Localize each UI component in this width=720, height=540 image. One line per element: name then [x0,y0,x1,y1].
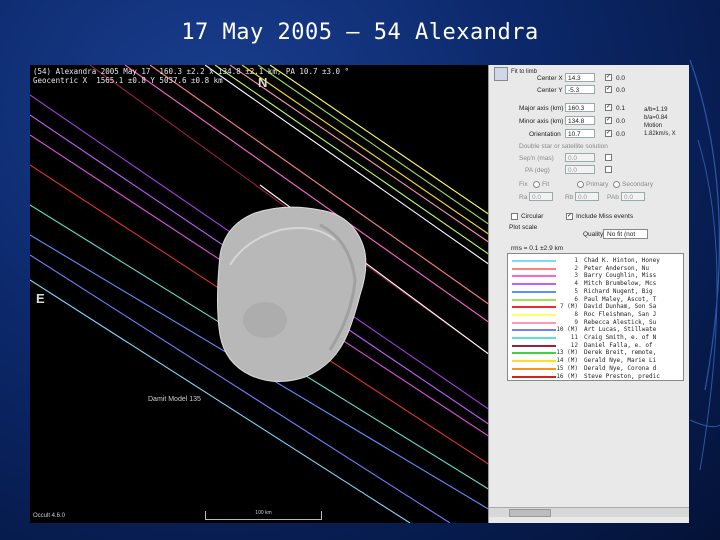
rb-input[interactable]: 0.0 [575,192,599,201]
axis-ratio-ba: b/a=0.84 [644,115,668,121]
ra-input[interactable]: 0.0 [529,192,553,201]
chord-color-swatch [512,337,556,339]
major-axis-input[interactable]: 160.3 [565,103,595,112]
chord-line [269,65,490,216]
center-y-checkbox[interactable]: ✓ [605,86,612,93]
slide-title: 17 May 2005 – 54 Alexandra [181,20,539,45]
chord-color-swatch [512,283,556,286]
scrollbar-thumb[interactable] [509,509,551,517]
sep-checkbox[interactable] [605,154,612,161]
chord-color-swatch [512,321,556,324]
motion-value: 1.82km/s, X [644,131,676,137]
chord-color-swatch [512,329,556,332]
scale-label: 100 km [255,510,272,516]
center-y-step: 0.0 [616,87,626,94]
orientation-label: Orientation [529,131,561,138]
ra-label: Ra [519,194,528,201]
tab-label[interactable]: Fit to limb [511,69,537,75]
fix-label: Fix [519,181,528,188]
east-label: E [36,291,45,306]
orientation-step: 0.0 [616,131,626,138]
chord-lines [30,65,490,523]
chord-color-swatch [512,260,556,262]
model-label: Damit Model 135 [148,396,201,403]
circular-checkbox[interactable] [511,213,518,220]
north-label: N [258,75,268,90]
panel-scrollbar[interactable] [489,507,689,517]
minor-axis-label: Minor axis (km) [519,118,564,125]
double-star-label: Double star or satellite solution [519,143,608,150]
observer-number: 16 (M) [556,372,578,380]
minor-axis-checkbox[interactable]: ✓ [605,117,612,124]
list-item[interactable]: 16 (M) Steve Preston, predic [508,373,683,381]
chord-color-swatch [512,367,556,370]
pab-input[interactable]: 0.0 [621,192,645,201]
plot-header-line1: (54) Alexandra 2005 May 17 160.3 ±2.2 x … [33,67,350,76]
plot-header-line2: Geocentric X 1565.1 ±0.8 Y 5037.6 ±0.8 k… [33,76,223,85]
chord-line [257,65,490,226]
rb-label: Rb [565,194,574,201]
orientation-checkbox[interactable]: ✓ [605,130,612,137]
rms-label: rms = 0.1 ±2.9 km [511,245,564,252]
sep-label: Sep'n (mas) [519,155,554,162]
include-miss-label: Include Miss events [576,213,634,220]
minor-axis-input[interactable]: 134.8 [565,116,595,125]
circular-label: Circular [521,213,544,220]
chord-color-swatch [512,275,556,278]
chord-color-swatch [512,313,556,316]
version-label: Occult 4.6.0 [33,513,66,519]
asteroid-shape [217,206,367,382]
fit-control-panel: Fit to limb Center X 14.3 ✓ 0.0 Center Y… [488,65,689,523]
pa-input[interactable]: 0.0 [565,165,595,174]
chord-color-swatch [512,352,556,355]
center-x-input[interactable]: 14.3 [565,73,595,82]
chord-color-swatch [512,298,556,301]
center-y-label: Center Y [537,87,563,94]
quality-select[interactable]: No fit (not [603,229,648,239]
fit-image-icon[interactable] [494,67,508,81]
observer-list[interactable]: 1 Chad K. Hinton, Honey 2 Peter Anderson, N… [507,253,684,381]
center-x-step: 0.0 [616,75,626,82]
pab-label: PAb [607,194,619,201]
radio-fit[interactable] [533,181,540,188]
center-y-input[interactable]: -5.3 [565,85,595,94]
plot-header: (54) Alexandra 2005 May 17 160.3 ±2.2 x … [33,67,349,85]
chord-color-swatch [512,344,556,347]
axis-ratio-ab: a/b=1.19 [644,107,668,113]
scale-bar: 100 km [205,510,322,520]
radio-primary-label: Primary [586,181,609,188]
minor-axis-step: 0.0 [616,118,626,125]
major-axis-step: 0.1 [616,105,626,112]
quality-label: Quality [583,231,604,238]
pa-checkbox[interactable] [605,166,612,173]
include-miss-checkbox[interactable]: ✓ [566,213,573,220]
chord-color-swatch [512,290,556,293]
observer-name: Steve Preston, predic [584,372,660,380]
center-x-checkbox[interactable]: ✓ [605,74,612,81]
major-axis-label: Major axis (km) [519,105,564,112]
pa-label: PA (deg) [525,167,550,174]
radio-secondary[interactable] [613,181,620,188]
chord-color-swatch [512,360,556,363]
chord-color-swatch [512,375,556,378]
radio-secondary-label: Secondary [622,181,654,188]
radio-primary[interactable] [577,181,584,188]
occultation-plot[interactable]: (54) Alexandra 2005 May 17 160.3 ±2.2 x … [30,65,490,523]
center-x-label: Center X [537,75,563,82]
radio-fit-label: Fit [542,181,550,188]
sep-input[interactable]: 0.0 [565,153,595,162]
motion-label: Motion [644,123,663,129]
plot-scale-label: Plot scale [509,224,538,231]
orientation-input[interactable]: 10.7 [565,129,595,138]
chord-color-swatch [512,306,556,309]
major-axis-checkbox[interactable]: ✓ [605,104,612,111]
chord-color-swatch [512,267,556,270]
